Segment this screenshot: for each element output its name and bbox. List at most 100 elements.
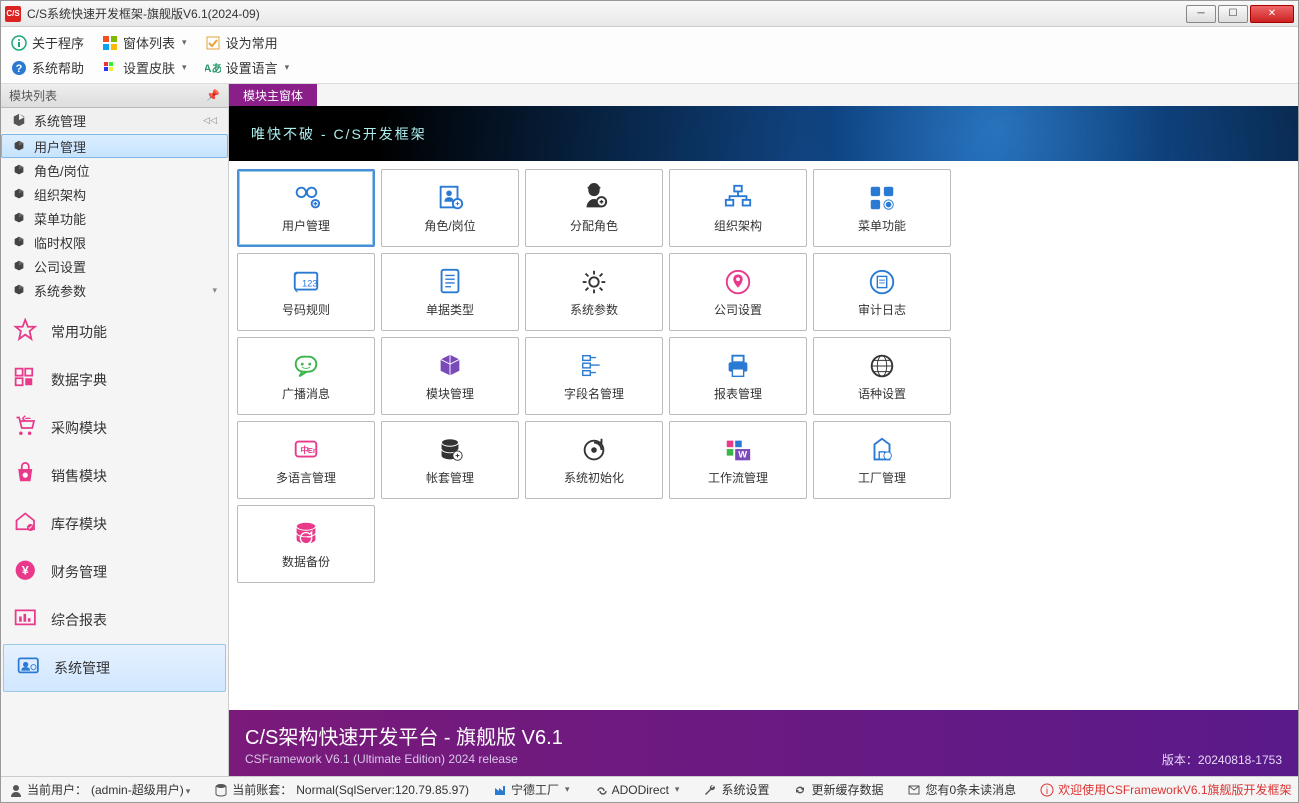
sidebar-item[interactable]: 组织架构 [1,182,228,206]
tile-workflow[interactable]: W工作流管理 [669,421,807,499]
toolbar: 关于程序窗体列表 设为常用 ?系统帮助设置皮肤 Aあ设置语言 [1,27,1298,84]
svg-text:?: ? [16,63,23,75]
tile-doc[interactable]: 单据类型 [381,253,519,331]
status-user[interactable]: 当前用户： (admin-超级用户) [9,781,190,798]
toolbar-help[interactable]: ?系统帮助 [11,58,84,77]
windows-icon [102,35,118,51]
tile-print[interactable]: 报表管理 [669,337,807,415]
tile-backup[interactable]: 数据备份 [237,505,375,583]
tile-label: 菜单功能 [858,217,906,234]
footer-title: C/S架构快速开发平台 - 旗舰版 V6.1 [245,721,1282,750]
tile-users[interactable]: 用户管理 [237,169,375,247]
toolbar-label: 设置语言 [226,58,278,77]
toolbar-label: 设为常用 [226,33,278,52]
tile-label: 报表管理 [714,385,762,402]
status-messages[interactable]: 您有0条未读消息 [907,781,1016,798]
sidebar-item[interactable]: 菜单功能 [1,206,228,230]
tile-cube[interactable]: 模块管理 [381,337,519,415]
sidebar-shortcut[interactable]: 数据字典 [1,356,228,404]
tile-audit[interactable]: 审计日志 [813,253,951,331]
sidebar-shortcut[interactable]: 采购模块 [1,404,228,452]
footer-subtitle: CSFramework V6.1 (Ultimate Edition) 2024… [245,752,1282,766]
chevron-down-icon: ▾ [212,285,217,296]
tile-label: 公司设置 [714,301,762,318]
close-button[interactable]: ✕ [1250,5,1294,23]
sidebar-item-label: 公司设置 [34,257,86,276]
tile-menu[interactable]: 菜单功能 [813,169,951,247]
doc-icon [433,267,467,297]
lang-icon: 中En [289,435,323,465]
toolbar-label: 关于程序 [32,33,84,52]
shortcut-label: 常用功能 [51,322,107,342]
tab-main[interactable]: 模块主窗体 [229,84,317,106]
tile-assign[interactable]: 分配角色 [525,169,663,247]
sidebar-shortcut[interactable]: 销售模块 [1,452,228,500]
tile-label: 角色/岗位 [424,217,475,234]
sidebar-shortcut[interactable]: 库存模块 [1,500,228,548]
tile-org[interactable]: 组织架构 [669,169,807,247]
wrench-icon [703,783,717,797]
toolbar-info[interactable]: 关于程序 [11,33,84,52]
status-factory[interactable]: 宁德工厂 [493,781,570,798]
field-icon [577,351,611,381]
banner-text: 唯快不破 - C/S开发框架 [251,124,427,144]
sidebar-item[interactable]: 用户管理 [1,134,228,158]
tile-chat[interactable]: 广播消息 [237,337,375,415]
shortcut-label: 数据字典 [51,370,107,390]
sidebar-shortcut[interactable]: 综合报表 [1,596,228,644]
sidebar-item-label: 系统参数 [34,281,86,300]
status-connection[interactable]: ADODirect [594,783,680,797]
tile-reset[interactable]: 系统初始化 [525,421,663,499]
shortcut-label: 综合报表 [51,610,107,630]
menu-icon [865,183,899,213]
shortcut-label: 财务管理 [51,562,107,582]
sidebar-shortcut[interactable]: 系统管理 [3,644,226,692]
cube-icon [12,113,26,127]
sidebar-header: 模块列表 📌 [1,84,228,108]
status-welcome: i 欢迎使用CSFrameworkV6.1旗舰版开发框架 [1040,781,1291,798]
sidebar-shortcut[interactable]: 常用功能 [1,308,228,356]
sidebar-item[interactable]: 角色/岗位 [1,158,228,182]
toolbar-palette[interactable]: 设置皮肤 [102,58,187,77]
mail-icon [907,783,921,797]
sidebar: 模块列表 📌 系统管理 ◁◁ 用户管理角色/岗位组织架构菜单功能临时权限公司设置… [1,84,229,776]
tile-label: 工厂管理 [858,469,906,486]
svg-text:¥: ¥ [22,564,29,578]
sidebar-item[interactable]: 公司设置 [1,254,228,278]
db-icon [433,435,467,465]
tile-number[interactable]: 123号码规则 [237,253,375,331]
cube-icon [12,283,26,297]
pin-icon[interactable]: 📌 [206,89,220,102]
tile-location[interactable]: 公司设置 [669,253,807,331]
minimize-button[interactable]: ─ [1186,5,1216,23]
toolbar-windows[interactable]: 窗体列表 [102,33,187,52]
tile-role[interactable]: 角色/岗位 [381,169,519,247]
sidebar-section[interactable]: 系统管理 ◁◁ [1,108,228,132]
toolbar-check[interactable]: 设为常用 [205,33,278,52]
footer-banner: C/S架构快速开发平台 - 旗舰版 V6.1 CSFramework V6.1 … [229,710,1298,776]
chat-icon [289,351,323,381]
svg-text:i: i [1046,786,1048,797]
maximize-button[interactable]: ☐ [1218,5,1248,23]
toolbar-language[interactable]: Aあ设置语言 [205,58,290,77]
sidebar-item[interactable]: 临时权限 [1,230,228,254]
status-settings[interactable]: 系统设置 [703,781,769,798]
sidebar-item[interactable]: 系统参数 ▾ [1,278,228,302]
factory-icon [493,783,507,797]
status-cache[interactable]: 更新缓存数据 [793,781,883,798]
status-account[interactable]: 当前账套： Normal(SqlServer:120.79.85.97) [214,781,469,798]
cube-icon [12,259,26,273]
tile-db[interactable]: 帐套管理 [381,421,519,499]
workflow-icon: W [721,435,755,465]
database-icon [214,783,228,797]
sidebar-shortcut[interactable]: ¥ 财务管理 [1,548,228,596]
tile-gear[interactable]: 系统参数 [525,253,663,331]
tile-lang[interactable]: 中En多语言管理 [237,421,375,499]
tile-globe[interactable]: 语种设置 [813,337,951,415]
star-icon [13,318,41,346]
cube-icon [433,351,467,381]
banner: 唯快不破 - C/S开发框架 [229,106,1298,161]
reset-icon [577,435,611,465]
tile-factory[interactable]: 工厂管理 [813,421,951,499]
tile-field[interactable]: 字段名管理 [525,337,663,415]
